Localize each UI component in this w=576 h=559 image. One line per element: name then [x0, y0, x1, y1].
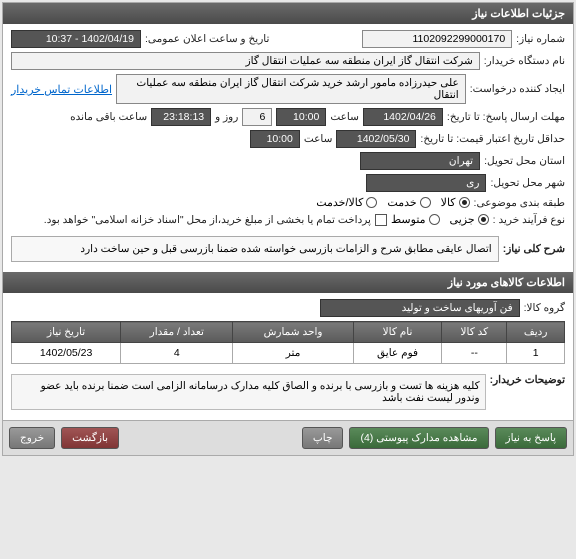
cell-unit: متر — [233, 343, 353, 364]
need-no-field: 1102092299000170 — [362, 30, 512, 48]
col-row: ردیف — [507, 322, 565, 343]
attachments-button[interactable]: مشاهده مدارک پیوستی (4) — [349, 427, 488, 449]
time-label-1: ساعت — [330, 111, 359, 123]
loc-label: استان محل تحویل: — [484, 155, 565, 167]
respond-button[interactable]: پاسخ به نیاز — [495, 427, 567, 449]
radio-icon — [478, 214, 489, 225]
desc-text: اتصال عایقی مطابق شرح و الزامات بازرسی خ… — [11, 236, 499, 262]
process-label: نوع فرآیند خرید : — [493, 214, 565, 226]
city-label: شهر محل تحویل: — [490, 177, 565, 189]
announce-field: 1402/04/19 - 10:37 — [11, 30, 141, 48]
radio-service[interactable]: خدمت — [387, 196, 430, 209]
radio-goods[interactable]: کالا — [441, 196, 470, 209]
time-label-2: ساعت — [304, 133, 333, 145]
city-field: ری — [366, 174, 486, 192]
cell-row: 1 — [507, 343, 565, 364]
goods-table: ردیف کد کالا نام کالا واحد شمارش تعداد /… — [11, 321, 565, 364]
buyer-note: کلیه هزینه ها تست و بازرسی با برنده و ال… — [11, 374, 486, 410]
announce-label: تاریخ و ساعت اعلان عمومی: — [145, 33, 269, 45]
group-label: گروه کالا: — [524, 302, 565, 314]
desc-label: شرح کلی نیاز: — [503, 243, 565, 255]
col-unit: واحد شمارش — [233, 322, 353, 343]
days-field: 6 — [242, 108, 272, 126]
cell-qty: 4 — [121, 343, 233, 364]
radio-icon — [459, 197, 470, 208]
loc-field: تهران — [360, 152, 480, 170]
creator-field: علی حیدرزاده مامور ارشد خرید شرکت انتقال… — [116, 74, 466, 104]
deadline-label: مهلت ارسال پاسخ: تا تاریخ: — [447, 111, 565, 123]
col-qty: تعداد / مقدار — [121, 322, 233, 343]
creator-label: ایجاد کننده درخواست: — [470, 83, 565, 95]
col-name: نام کالا — [353, 322, 442, 343]
radio-low[interactable]: متوسط — [391, 213, 440, 226]
cell-name: فوم عایق — [353, 343, 442, 364]
cell-date: 1402/05/23 — [12, 343, 121, 364]
valid-time: 10:00 — [250, 130, 300, 148]
col-date: تاریخ نیاز — [12, 322, 121, 343]
category-radios: کالا خدمت کالا/خدمت — [316, 196, 469, 209]
buyer-field: شرکت انتقال گاز ایران منطقه سه عملیات ان… — [11, 52, 480, 70]
buyer-label: نام دستگاه خریدار: — [484, 55, 565, 67]
radio-icon — [420, 197, 431, 208]
print-button[interactable]: چاپ — [302, 427, 344, 449]
radio-goods-service[interactable]: کالا/خدمت — [316, 196, 377, 209]
process-radios: جزیی متوسط — [391, 213, 489, 226]
payment-checkbox[interactable] — [375, 214, 387, 226]
need-no-label: شماره نیاز: — [516, 33, 565, 45]
days-label: روز و — [215, 111, 238, 123]
table-row[interactable]: 1 -- فوم عایق متر 4 1402/05/23 — [12, 343, 565, 364]
cell-code: -- — [442, 343, 507, 364]
button-bar: پاسخ به نیاز مشاهده مدارک پیوستی (4) چاپ… — [3, 420, 573, 455]
remain-time: 23:18:13 — [151, 108, 211, 126]
radio-icon — [429, 214, 440, 225]
valid-label: حداقل تاریخ اعتبار قیمت: تا تاریخ: — [420, 133, 565, 145]
deadline-date: 1402/04/26 — [363, 108, 443, 126]
radio-icon — [366, 197, 377, 208]
main-panel: جزئیات اطلاعات نیاز شماره نیاز: 11020922… — [2, 2, 574, 456]
payment-note: پرداخت تمام یا بخشی از مبلغ خرید،از محل … — [44, 214, 371, 226]
remain-suffix: ساعت باقی مانده — [70, 111, 147, 123]
contact-link[interactable]: اطلاعات تماس خریدار — [11, 83, 112, 96]
panel-title: جزئیات اطلاعات نیاز — [3, 3, 573, 24]
goods-body: گروه کالا: فن آوریهای ساخت و تولید ردیف … — [3, 293, 573, 420]
exit-button[interactable]: خروج — [9, 427, 55, 449]
buyer-note-label: توضیحات خریدار: — [490, 370, 565, 386]
details-body: شماره نیاز: 1102092299000170 تاریخ و ساع… — [3, 24, 573, 272]
radio-partial[interactable]: جزیی — [450, 213, 489, 226]
table-header-row: ردیف کد کالا نام کالا واحد شمارش تعداد /… — [12, 322, 565, 343]
group-field: فن آوریهای ساخت و تولید — [320, 299, 520, 317]
valid-date: 1402/05/30 — [336, 130, 416, 148]
deadline-time: 10:00 — [276, 108, 326, 126]
col-code: کد کالا — [442, 322, 507, 343]
goods-header: اطلاعات کالاهای مورد نیاز — [3, 272, 573, 293]
back-button[interactable]: بازگشت — [61, 427, 119, 449]
cat-label: طبقه بندی موضوعی: — [474, 197, 565, 209]
